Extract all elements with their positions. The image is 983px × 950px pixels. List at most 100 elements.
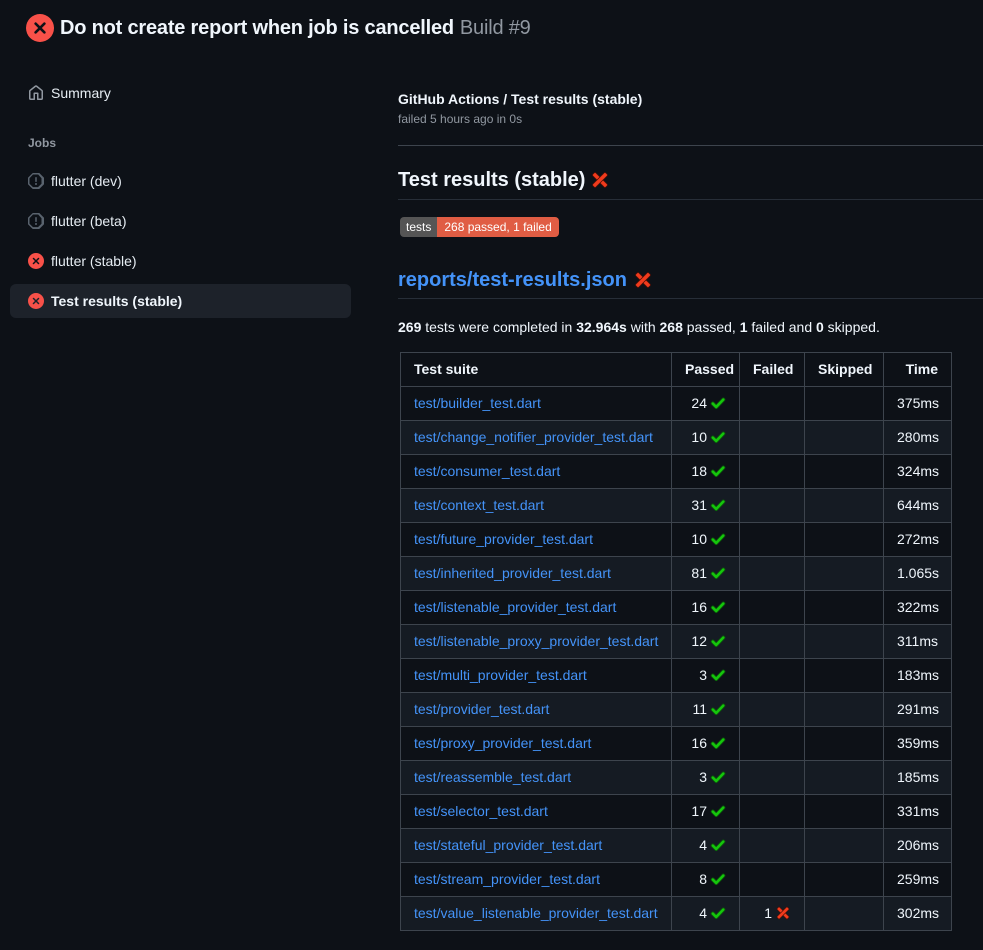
table-row: test/context_test.dart 31 644ms	[401, 489, 952, 523]
report-heading-link[interactable]: reports/test-results.json	[398, 266, 627, 294]
cell-test-suite: test/builder_test.dart	[401, 387, 672, 421]
cell-skipped	[805, 727, 884, 761]
table-row: test/change_notifier_provider_test.dart1…	[401, 421, 952, 455]
cell-skipped	[805, 693, 884, 727]
test-suite-link[interactable]: test/provider_test.dart	[414, 701, 549, 717]
cell-passed: 16	[672, 727, 740, 761]
sidebar-job-item-flutter-stable[interactable]: flutter (stable)	[10, 244, 351, 278]
cell-passed: 3	[672, 659, 740, 693]
table-row: test/consumer_test.dart 18 324ms	[401, 455, 952, 489]
cell-passed: 31	[672, 489, 740, 523]
cell-test-suite: test/consumer_test.dart	[401, 455, 672, 489]
cell-time: 644ms	[884, 489, 952, 523]
test-suite-link[interactable]: test/context_test.dart	[414, 497, 544, 513]
cell-test-suite: test/future_provider_test.dart	[401, 523, 672, 557]
test-suite-link[interactable]: test/inherited_provider_test.dart	[414, 565, 611, 581]
cell-passed: 17	[672, 795, 740, 829]
green-check-icon	[710, 735, 726, 751]
cell-passed: 18	[672, 455, 740, 489]
run-title: Do not create report when job is cancell…	[60, 14, 531, 42]
cell-test-suite: test/stream_provider_test.dart	[401, 863, 672, 897]
cell-failed	[740, 557, 805, 591]
green-check-icon	[710, 769, 726, 785]
cell-time: 359ms	[884, 727, 952, 761]
table-row: test/listenable_proxy_provider_test.dart…	[401, 625, 952, 659]
cell-failed	[740, 625, 805, 659]
table-row: test/multi_provider_test.dart 3 183ms	[401, 659, 952, 693]
job-failed-x-circle-icon	[28, 253, 44, 269]
cell-skipped	[805, 795, 884, 829]
table-row: test/selector_test.dart 17 331ms	[401, 795, 952, 829]
cell-passed: 10	[672, 523, 740, 557]
table-row: test/listenable_provider_test.dart16322m…	[401, 591, 952, 625]
table-row: test/inherited_provider_test.dart811.065…	[401, 557, 952, 591]
table-row: test/reassemble_test.dart3185ms	[401, 761, 952, 795]
test-suite-link[interactable]: test/listenable_proxy_provider_test.dart	[414, 633, 658, 649]
job-cancelled-stop-icon	[28, 173, 44, 189]
badge-row: tests 268 passed, 1 failed	[400, 217, 983, 237]
test-suite-link[interactable]: test/proxy_provider_test.dart	[414, 735, 591, 751]
column-header-test-suite: Test suite	[401, 353, 672, 387]
green-check-icon	[710, 871, 726, 887]
column-header-time: Time	[884, 353, 952, 387]
cell-test-suite: test/value_listenable_provider_test.dart	[401, 897, 672, 931]
sidebar-item-summary[interactable]: Summary	[10, 76, 351, 110]
test-suite-link[interactable]: test/builder_test.dart	[414, 395, 541, 411]
cell-time: 331ms	[884, 795, 952, 829]
cell-time: 183ms	[884, 659, 952, 693]
test-suite-link[interactable]: test/change_notifier_provider_test.dart	[414, 429, 653, 445]
cell-test-suite: test/change_notifier_provider_test.dart	[401, 421, 672, 455]
cell-failed	[740, 387, 805, 421]
sidebar: Summary Jobs flutter (dev)flutter (beta)…	[10, 60, 351, 324]
run-title-text: Do not create report when job is cancell…	[60, 17, 454, 39]
cell-time: 291ms	[884, 693, 952, 727]
test-suite-link[interactable]: test/multi_provider_test.dart	[414, 667, 587, 683]
job-label: flutter (beta)	[51, 213, 126, 229]
cell-time: 1.065s	[884, 557, 952, 591]
sidebar-job-item-flutter-beta[interactable]: flutter (beta)	[10, 204, 351, 238]
tests-badge: tests 268 passed, 1 failed	[400, 217, 559, 237]
green-check-icon	[710, 463, 726, 479]
test-suite-link[interactable]: test/stateful_provider_test.dart	[414, 837, 602, 853]
test-suite-link[interactable]: test/value_listenable_provider_test.dart	[414, 905, 658, 921]
green-check-icon	[710, 599, 726, 615]
cell-failed	[740, 591, 805, 625]
check-title-text: Test results (stable)	[398, 166, 585, 194]
green-check-icon	[710, 633, 726, 649]
test-suite-link[interactable]: test/consumer_test.dart	[414, 463, 560, 479]
cell-time: 302ms	[884, 897, 952, 931]
sidebar-job-item-test-results-stable[interactable]: Test results (stable)	[10, 284, 351, 318]
table-header-row: Test suite Passed Failed Skipped Time	[401, 353, 952, 387]
test-suite-link[interactable]: test/listenable_provider_test.dart	[414, 599, 616, 615]
cell-test-suite: test/reassemble_test.dart	[401, 761, 672, 795]
cell-time: 375ms	[884, 387, 952, 421]
tests-badge-value: 268 passed, 1 failed	[437, 217, 558, 237]
test-suite-link[interactable]: test/reassemble_test.dart	[414, 769, 571, 785]
cell-time: 206ms	[884, 829, 952, 863]
cell-test-suite: test/context_test.dart	[401, 489, 672, 523]
sidebar-job-item-flutter-dev[interactable]: flutter (dev)	[10, 164, 351, 198]
red-cross-emoji-icon	[590, 170, 610, 190]
breadcrumb: GitHub Actions / Test results (stable)	[398, 89, 983, 110]
cell-passed: 12	[672, 625, 740, 659]
green-check-icon	[710, 429, 726, 445]
meta-divider	[398, 145, 983, 146]
green-check-icon	[710, 837, 726, 853]
cell-test-suite: test/inherited_provider_test.dart	[401, 557, 672, 591]
green-check-icon	[710, 531, 726, 547]
cell-skipped	[805, 591, 884, 625]
test-suite-link[interactable]: test/future_provider_test.dart	[414, 531, 593, 547]
cell-skipped	[805, 455, 884, 489]
green-check-icon	[710, 701, 726, 717]
table-row: test/value_listenable_provider_test.dart…	[401, 897, 952, 931]
cell-failed	[740, 795, 805, 829]
cell-time: 324ms	[884, 455, 952, 489]
test-suite-link[interactable]: test/selector_test.dart	[414, 803, 548, 819]
cell-skipped	[805, 829, 884, 863]
tests-summary-text: 269 tests were completed in 32.964s with…	[398, 317, 983, 338]
main-content: GitHub Actions / Test results (stable) f…	[398, 60, 983, 931]
cell-time: 280ms	[884, 421, 952, 455]
test-suite-link[interactable]: test/stream_provider_test.dart	[414, 871, 600, 887]
run-build-number: Build #9	[460, 17, 531, 39]
cell-passed: 16	[672, 591, 740, 625]
